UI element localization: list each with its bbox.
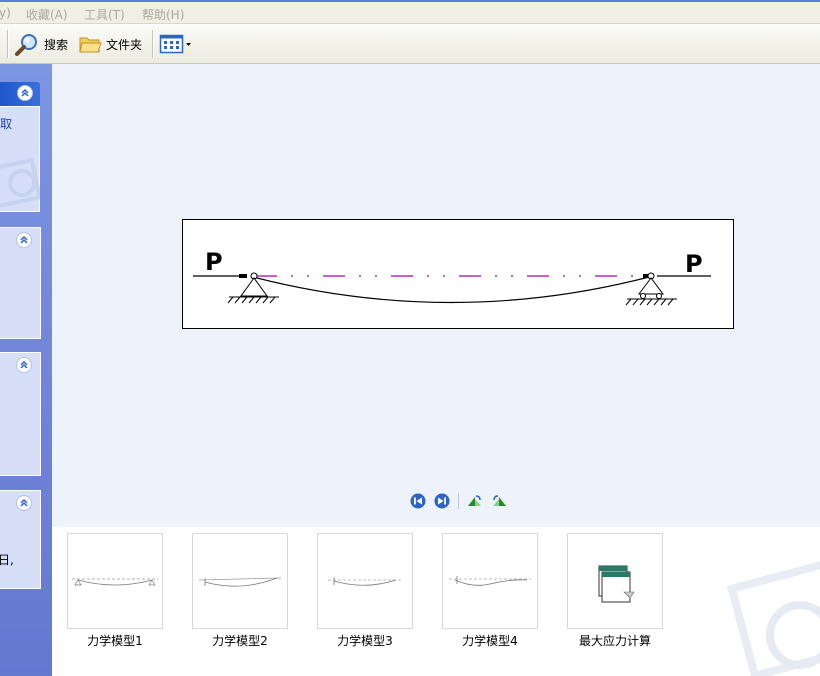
thumbnail-image [198, 577, 282, 587]
menu-help[interactable]: 帮助(H) [142, 6, 184, 23]
mechanics-diagram-image: P P [182, 219, 734, 329]
menu-view[interactable]: y) [0, 6, 11, 20]
next-image-icon[interactable] [434, 493, 450, 509]
collapse-chevron-icon[interactable] [16, 232, 32, 248]
thumbnail[interactable] [567, 533, 663, 629]
program-file-icon [598, 565, 635, 603]
task-panel-1-body: 取 [0, 106, 40, 212]
menu-favorites[interactable]: 收藏(A) [26, 6, 68, 23]
thumbnail-image [449, 576, 531, 586]
folder-icon [79, 37, 102, 53]
thumbnail[interactable] [442, 533, 538, 629]
toolbar-separator [7, 30, 9, 58]
toolbar: 搜索 文件夹 [0, 24, 820, 64]
task-link-text[interactable]: 取 [0, 115, 12, 132]
navigation-separator [458, 493, 459, 509]
load-label-right: P [685, 250, 703, 278]
thumbnail-label: 力学模型2 [212, 634, 268, 648]
thumbnail-image [328, 577, 402, 586]
image-viewer: P P [52, 64, 820, 527]
task-panel-text: 日, [0, 553, 14, 567]
task-pane: 取 日, [0, 64, 52, 676]
menu-bar: y) 收藏(A) 工具(T) 帮助(H) [0, 2, 820, 24]
picture-watermark-icon [0, 157, 40, 207]
thumbnail-image [72, 578, 158, 586]
views-button[interactable] [159, 31, 193, 57]
thumbnail-label: 最大应力计算 [578, 634, 651, 648]
viewer-navigation [410, 492, 515, 510]
folders-label: 文件夹 [106, 37, 143, 52]
rotate-clockwise-icon[interactable] [467, 493, 483, 509]
search-button[interactable]: 搜索 [14, 31, 68, 57]
thumbnail[interactable] [67, 533, 163, 629]
load-label-left: P [205, 248, 223, 276]
task-panel-1: 取 [0, 82, 40, 212]
collapse-chevron-icon[interactable] [16, 357, 32, 373]
task-panel-3 [0, 352, 41, 476]
filmstrip: 力学模型1 力学模型2 力学模型3 力学模型4 最大应力计算 [52, 527, 820, 676]
task-panel-2 [0, 227, 41, 339]
thumbnail-label: 力学模型4 [462, 634, 518, 648]
beam-diagram: P P [193, 248, 711, 306]
views-icon [159, 34, 191, 54]
collapse-chevron-icon[interactable] [16, 495, 32, 511]
search-label: 搜索 [44, 37, 69, 52]
previous-image-icon[interactable] [410, 493, 426, 509]
collapse-chevron-icon[interactable] [17, 85, 33, 101]
toolbar-separator [152, 30, 154, 58]
thumbnail[interactable] [192, 533, 288, 629]
task-panel-1-header[interactable] [0, 82, 40, 106]
thumbnail[interactable] [317, 533, 413, 629]
menu-tools[interactable]: 工具(T) [84, 6, 125, 23]
task-panel-4: 日, [0, 490, 41, 589]
rotate-counterclockwise-icon[interactable] [491, 493, 507, 509]
thumbnail-label: 力学模型3 [337, 634, 393, 648]
picture-watermark-icon [726, 558, 820, 676]
folders-button[interactable]: 文件夹 [78, 31, 142, 57]
search-icon [15, 34, 37, 56]
thumbnail-label: 力学模型1 [87, 634, 143, 648]
